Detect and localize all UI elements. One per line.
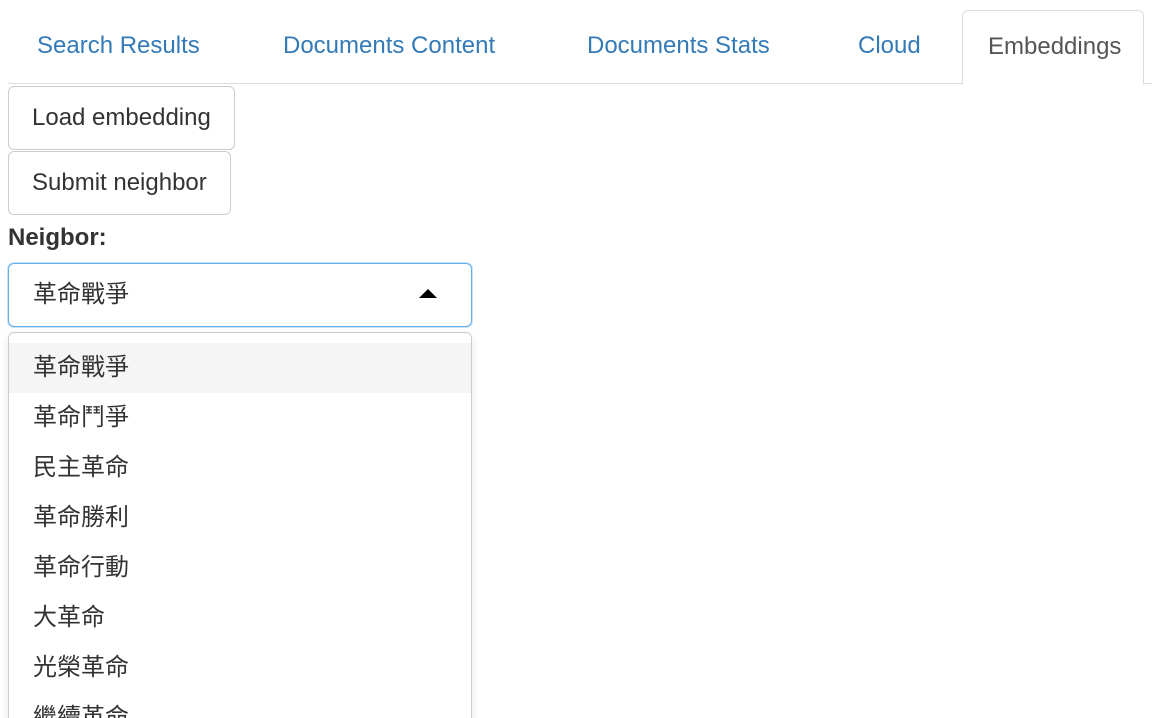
dropdown-option[interactable]: 革命鬥爭 (9, 393, 471, 443)
dropdown-option[interactable]: 革命勝利 (9, 493, 471, 543)
neighbor-select[interactable]: 革命戰爭 (8, 263, 472, 327)
neighbor-select-value: 革命戰爭 (33, 281, 129, 308)
caret-up-icon (419, 289, 437, 298)
page: Search Results Documents Content Documen… (0, 0, 1152, 718)
submit-neighbor-button[interactable]: Submit neighbor (8, 151, 231, 215)
tab-documents-content[interactable]: Documents Content (283, 10, 495, 84)
tab-embeddings[interactable]: Embeddings (962, 10, 1145, 85)
neighbor-label: Neigbor: (8, 224, 107, 251)
dropdown-option[interactable]: 光榮革命 (9, 643, 471, 693)
tab-search-results[interactable]: Search Results (37, 10, 200, 84)
dropdown-option[interactable]: 大革命 (9, 593, 471, 643)
option-list: 革命戰爭 革命鬥爭 民主革命 革命勝利 革命行動 大革命 光榮革命 繼續革命 (9, 343, 471, 718)
dropdown-option[interactable]: 革命戰爭 (9, 343, 471, 393)
dropdown-option[interactable]: 革命行動 (9, 543, 471, 593)
tab-cloud[interactable]: Cloud (858, 10, 921, 84)
load-embedding-button[interactable]: Load embedding (8, 86, 235, 150)
tab-bar: Search Results Documents Content Documen… (8, 10, 1152, 85)
dropdown-option[interactable]: 民主革命 (9, 443, 471, 493)
dropdown-option[interactable]: 繼續革命 (9, 693, 471, 718)
tab-documents-stats[interactable]: Documents Stats (587, 10, 770, 84)
neighbor-dropdown[interactable]: 革命戰爭 革命鬥爭 民主革命 革命勝利 革命行動 大革命 光榮革命 繼續革命 (8, 332, 472, 718)
